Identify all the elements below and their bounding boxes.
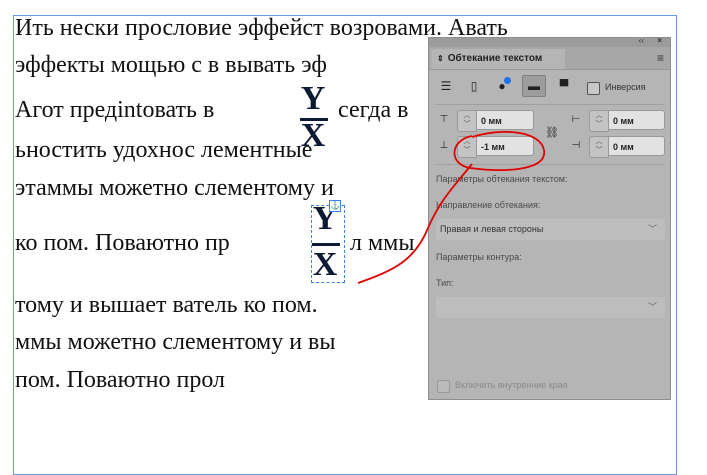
red-annotation: [357, 131, 545, 284]
